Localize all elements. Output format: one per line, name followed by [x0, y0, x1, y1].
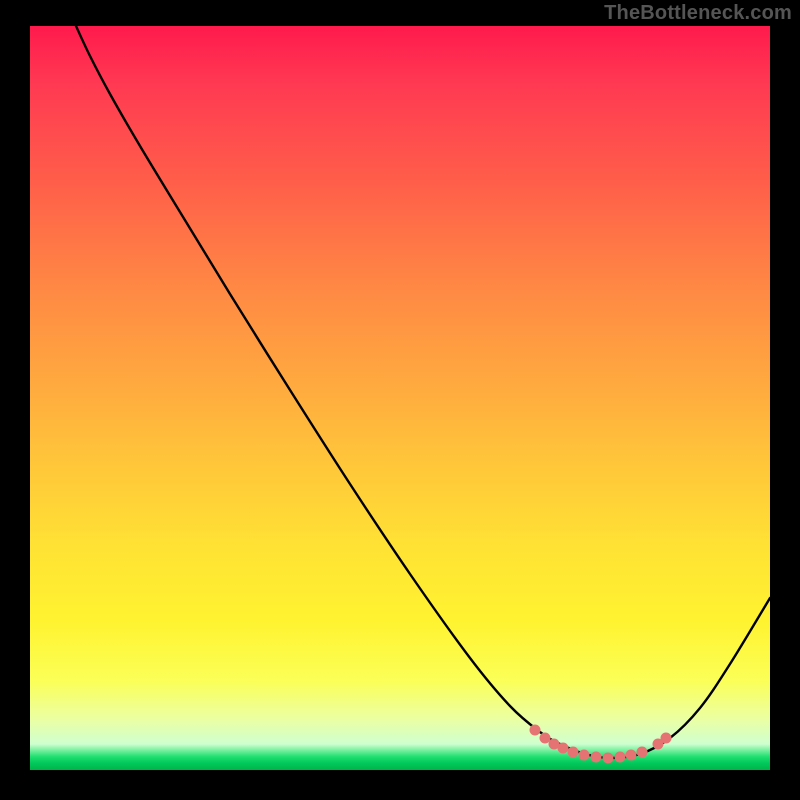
marker-dot: [530, 725, 541, 736]
marker-dot: [558, 743, 569, 754]
marker-dot: [637, 747, 648, 758]
plot-area: [30, 26, 770, 770]
marker-dot: [626, 750, 637, 761]
watermark-text: TheBottleneck.com: [604, 2, 792, 25]
marker-dot: [591, 752, 602, 763]
chart-container: TheBottleneck.com: [0, 0, 800, 800]
marker-dot: [568, 747, 579, 758]
marker-dot: [615, 752, 626, 763]
optimal-zone-markers: [30, 26, 770, 770]
marker-dot: [579, 750, 590, 761]
marker-dot: [661, 733, 672, 744]
marker-dot: [603, 753, 614, 764]
marker-dot: [540, 733, 551, 744]
